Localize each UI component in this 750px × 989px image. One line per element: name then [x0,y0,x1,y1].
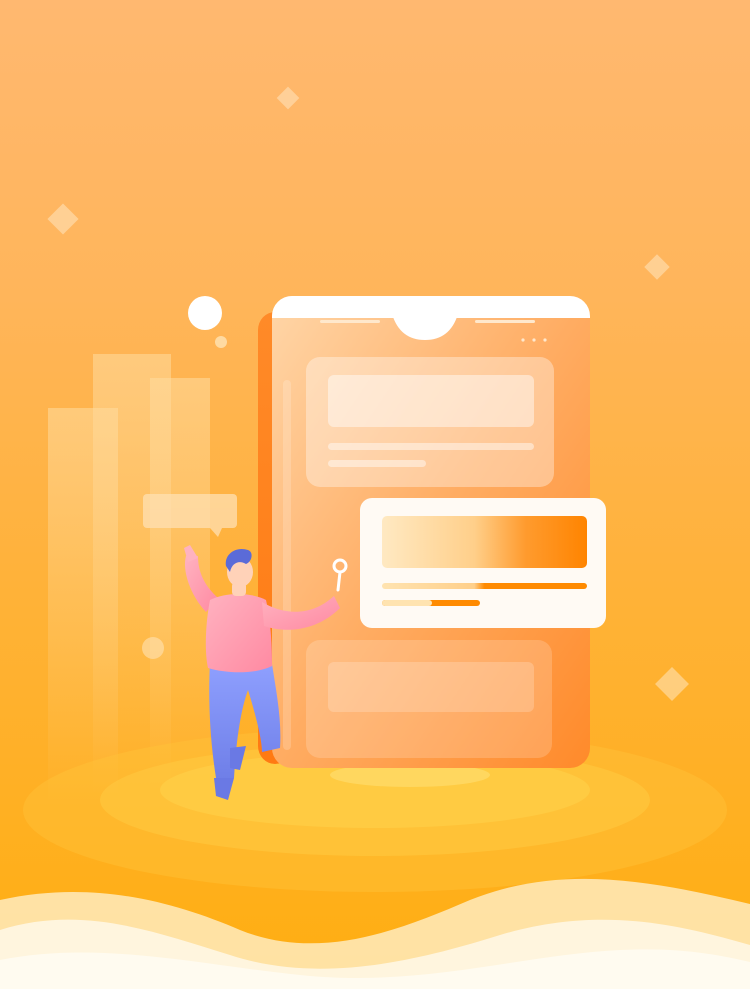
background-buildings [48,354,210,808]
illustration-scene [0,0,750,989]
floating-card [360,498,606,628]
bottom-waves [0,878,750,989]
illustration-canvas [0,86,750,989]
